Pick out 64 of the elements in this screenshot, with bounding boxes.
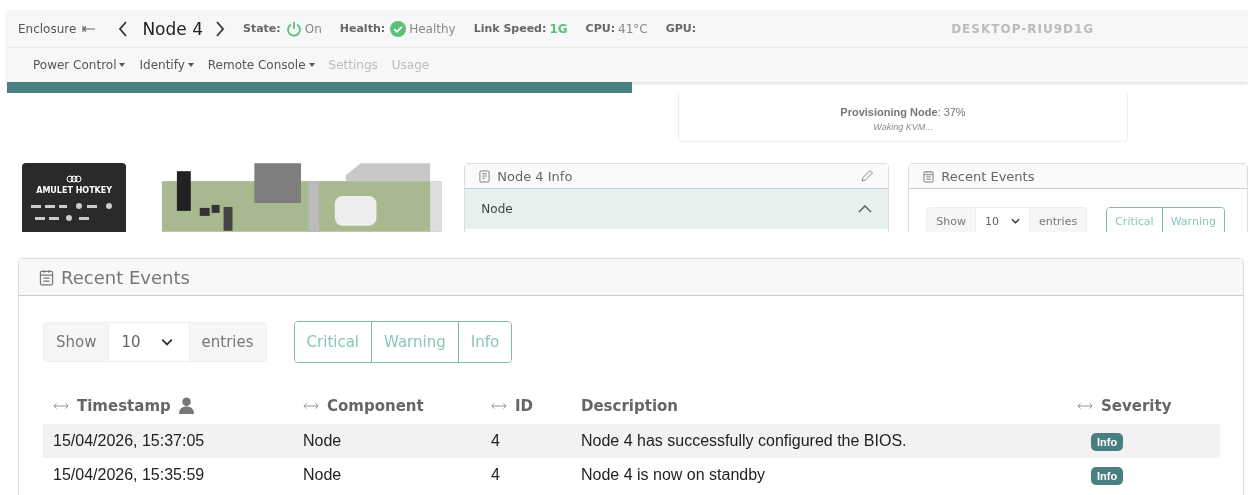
status-label: GPU:	[665, 22, 697, 35]
status-value: 41°C	[618, 21, 648, 36]
provisioning-detail: Waking KVM...	[873, 122, 933, 132]
panel-title: Recent Events	[61, 266, 190, 288]
device-logo-text: AMULET HOTKEY	[36, 186, 113, 195]
table-cell-text: 4	[490, 432, 501, 450]
column-header[interactable]: Component	[327, 396, 424, 415]
severity-badge: Info	[1091, 467, 1124, 485]
table-cell-text: Node 4 is now on standby	[580, 466, 767, 484]
column-header[interactable]: Severity	[1101, 396, 1172, 415]
table-cell-text: Node	[302, 432, 343, 450]
provisioning-status: Provisioning Node: 37%	[840, 106, 966, 118]
back-arrow-icon	[82, 24, 97, 33]
menu-item[interactable]: Remote Console	[207, 58, 315, 72]
entries-label: entries	[200, 332, 255, 353]
pencil-icon[interactable]	[860, 169, 875, 183]
node-title: Node 4	[142, 18, 203, 39]
calendar-icon	[39, 268, 54, 286]
show-label: Show	[935, 213, 968, 230]
caret-icon	[119, 63, 126, 67]
panel-title: Recent Events	[941, 168, 1035, 184]
check-icon	[390, 20, 407, 37]
table-cell-text: Node 4 has successfully configured the BIOS.	[580, 432, 908, 450]
menu-item[interactable]: Power Control	[33, 58, 126, 72]
power-icon	[285, 20, 302, 37]
user-icon	[178, 397, 194, 414]
table-cell-text: Node	[302, 466, 343, 484]
hostname: DESKTOP-RIU9D1G	[951, 21, 1095, 36]
status-value: 1G	[549, 21, 568, 36]
enclosure-link[interactable]: Enclosure	[18, 21, 77, 36]
caret-icon	[308, 63, 315, 67]
menu-item[interactable]: Identify	[139, 58, 194, 72]
entries-label: entries	[1038, 213, 1079, 230]
previous-icon[interactable]	[118, 20, 129, 37]
status-label: CPU:	[585, 22, 616, 35]
sort-icon[interactable]	[491, 401, 507, 410]
table-cell-text: 15/04/2026, 15:37:05	[52, 432, 206, 450]
table-cell-text: 15/04/2026, 15:35:59	[52, 466, 206, 484]
page-size-select[interactable]: 10	[108, 323, 190, 361]
document-icon	[479, 169, 491, 183]
calendar-icon	[923, 169, 935, 183]
column-header[interactable]: ID	[515, 396, 534, 415]
column-header[interactable]: Timestamp	[77, 396, 171, 415]
logo-icon	[66, 175, 83, 183]
status-value: Healthy	[409, 21, 456, 36]
node-section-header[interactable]: Node	[465, 189, 889, 229]
sort-icon[interactable]	[303, 401, 319, 410]
status-label: State:	[242, 22, 281, 35]
panel-title: Node 4 Info	[497, 168, 573, 184]
collapse-icon	[858, 205, 873, 213]
chevron-down-icon	[1011, 218, 1021, 224]
next-icon[interactable]	[214, 20, 225, 37]
page-size-select[interactable]: 10	[975, 208, 1031, 232]
column-header[interactable]: Description	[581, 396, 679, 415]
sort-icon[interactable]	[53, 401, 69, 410]
sort-icon[interactable]	[1077, 401, 1093, 410]
chevron-down-icon	[160, 338, 173, 346]
caret-icon	[187, 63, 194, 67]
show-label: Show	[55, 332, 98, 353]
table-cell-text: 4	[490, 466, 501, 484]
status-value: On	[304, 21, 322, 36]
status-label: Link Speed:	[473, 22, 547, 35]
severity-badge: Info	[1091, 433, 1124, 451]
status-label: Health:	[339, 22, 386, 35]
